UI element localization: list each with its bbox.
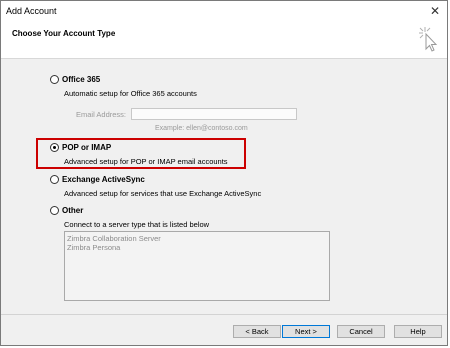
wizard-header: Choose Your Account Type	[1, 21, 447, 59]
office365-label: Office 365	[62, 75, 101, 84]
list-item[interactable]: Zimbra Collaboration Server	[67, 234, 327, 243]
server-type-list[interactable]: Zimbra Collaboration Server Zimbra Perso…	[64, 231, 330, 301]
other-label: Other	[62, 206, 84, 215]
window-title: Add Account	[6, 6, 57, 16]
pop-imap-description: Advanced setup for POP or IMAP email acc…	[64, 157, 228, 166]
add-account-dialog: Add Account ✕ Choose Your Account Type O…	[0, 0, 448, 346]
office365-radio[interactable]	[50, 75, 59, 84]
footer-divider	[1, 314, 447, 315]
other-description: Connect to a server type that is listed …	[64, 220, 210, 229]
cancel-button[interactable]: Cancel	[337, 325, 385, 338]
office365-description: Automatic setup for Office 365 accounts	[64, 89, 197, 98]
email-address-field[interactable]	[131, 108, 297, 120]
exchange-activesync-label: Exchange ActiveSync	[62, 175, 145, 184]
account-type-options: Office 365 Automatic setup for Office 36…	[1, 59, 447, 314]
office365-option[interactable]: Office 365	[50, 75, 100, 84]
title-bar: Add Account ✕	[1, 1, 447, 21]
next-button[interactable]: Next >	[282, 325, 330, 338]
exchange-activesync-option[interactable]: Exchange ActiveSync	[50, 175, 145, 184]
list-item[interactable]: Zimbra Persona	[67, 243, 327, 252]
help-button[interactable]: Help	[394, 325, 442, 338]
email-address-label: Email Address:	[76, 110, 127, 119]
wizard-cursor-icon	[419, 27, 438, 52]
page-title: Choose Your Account Type	[12, 29, 116, 38]
other-option[interactable]: Other	[50, 206, 83, 215]
pop-imap-label: POP or IMAP	[62, 143, 112, 152]
exchange-activesync-radio[interactable]	[50, 175, 59, 184]
email-example-hint: Example: ellen@contoso.com	[155, 125, 248, 132]
pop-imap-radio[interactable]	[50, 143, 59, 152]
other-radio[interactable]	[50, 206, 59, 215]
pop-imap-option[interactable]: POP or IMAP	[50, 143, 111, 152]
close-icon[interactable]: ✕	[427, 3, 443, 19]
back-button[interactable]: < Back	[233, 325, 281, 338]
exchange-activesync-description: Advanced setup for services that use Exc…	[64, 189, 262, 198]
